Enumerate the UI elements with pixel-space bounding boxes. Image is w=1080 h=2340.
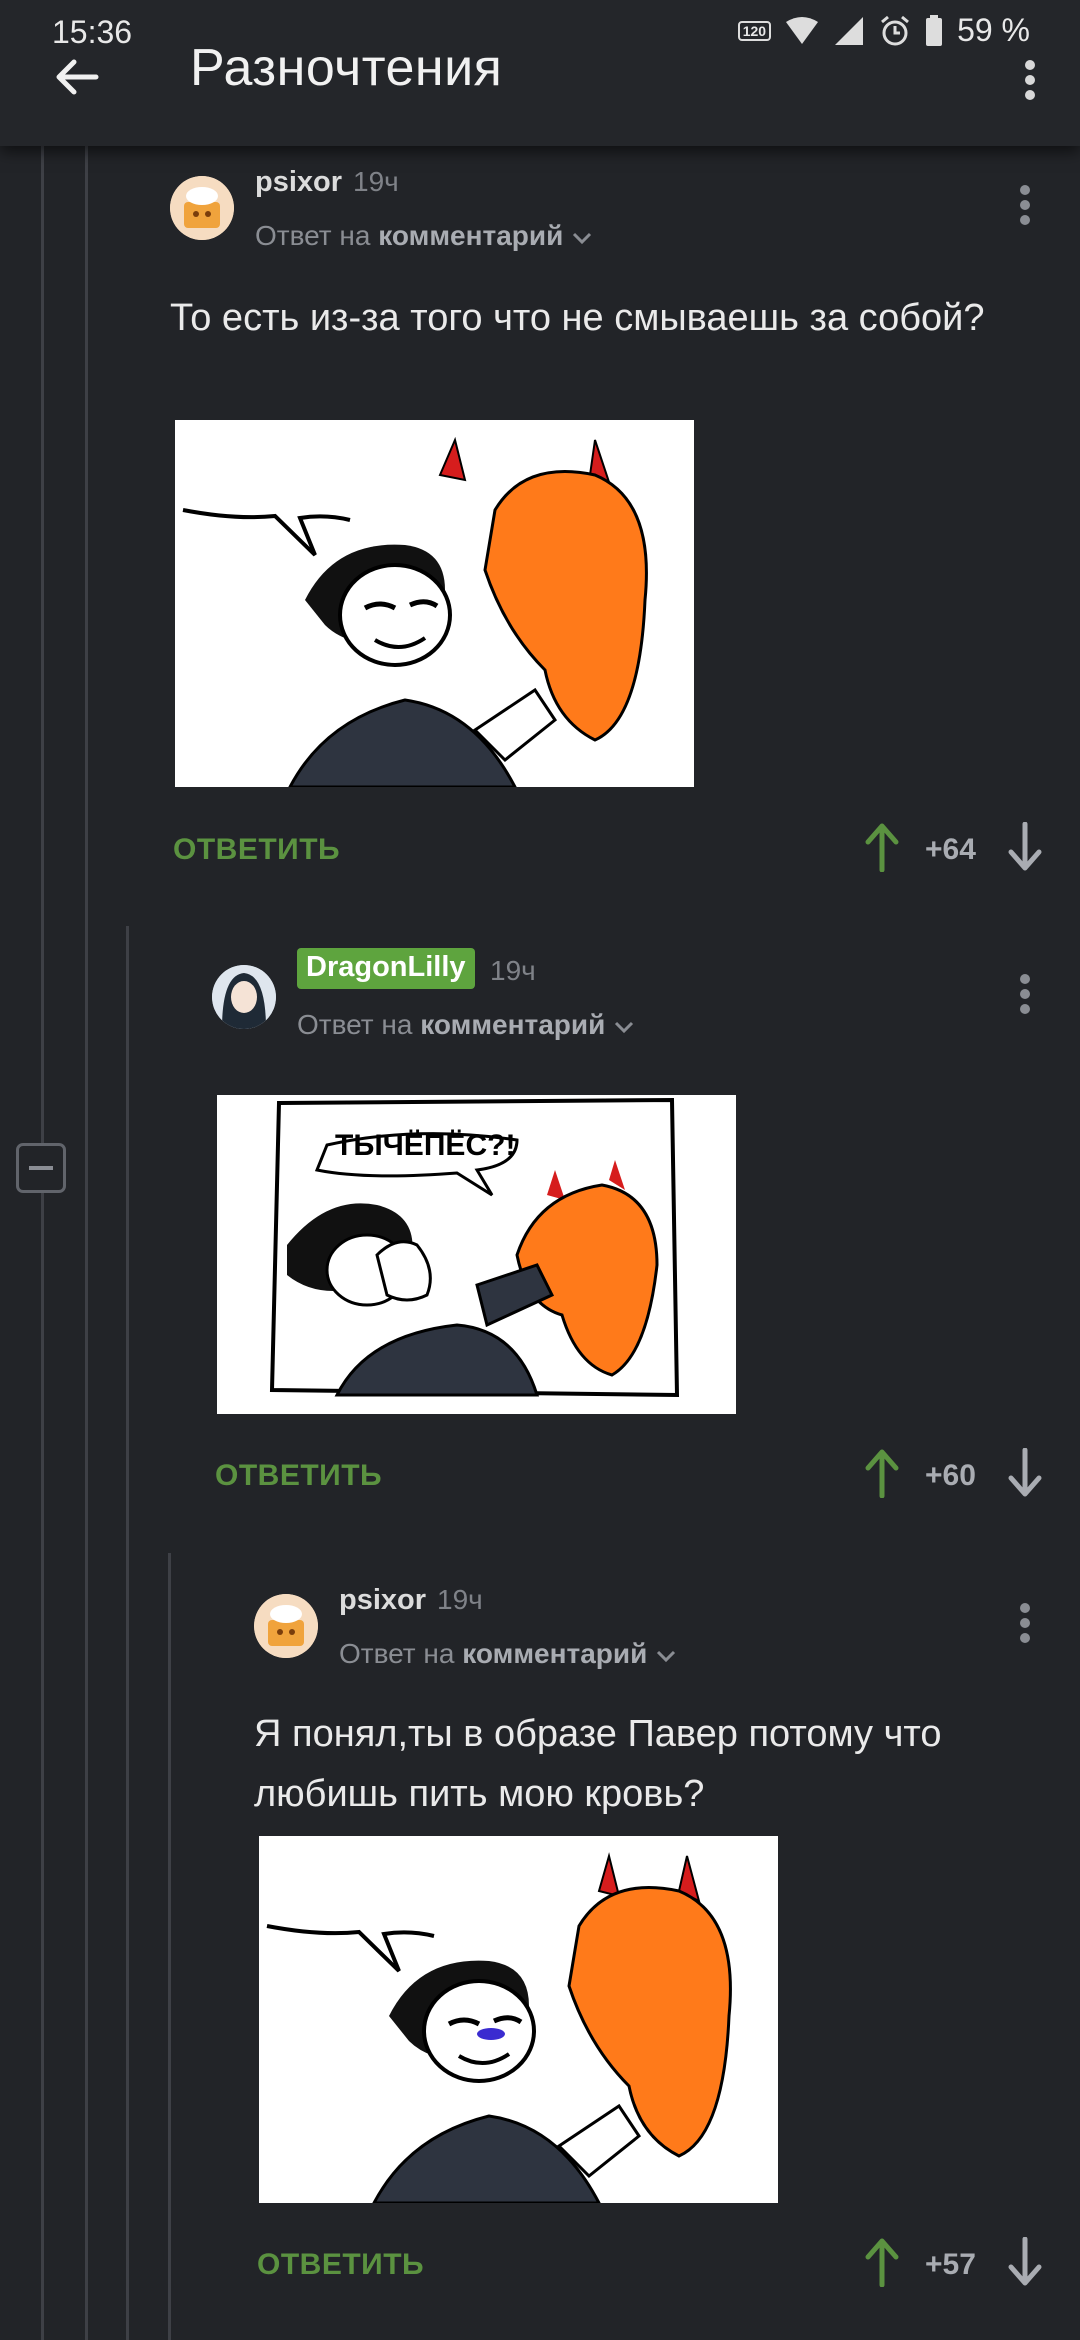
comment-time: 19ч (353, 166, 399, 197)
overflow-menu-icon[interactable] (1024, 60, 1036, 100)
thread-line-3 (126, 926, 129, 2340)
collapse-thread-button[interactable] (16, 1143, 66, 1193)
battery-icon (926, 14, 943, 46)
status-time: 15:36 (52, 14, 133, 50)
image-speech-text: ТЫЧЁПЁС?! (335, 1129, 515, 1162)
downvote-arrow-icon[interactable] (1005, 2237, 1045, 2287)
comment-more-icon[interactable] (1019, 1603, 1031, 1647)
comment-score: +64 (925, 833, 976, 866)
app-bar: Разночтения 15:36 120 59 % (0, 0, 1080, 146)
comment-score: +60 (925, 1459, 976, 1492)
upvote-arrow-icon[interactable] (862, 822, 902, 872)
reply-button[interactable]: ОТВЕТИТЬ (215, 1459, 382, 1493)
comment-image[interactable] (259, 1836, 778, 2203)
status-bar: 15:36 120 59 % (0, 0, 1080, 64)
comment-image[interactable]: ТЫЧЁПЁС?! (217, 1095, 736, 1414)
comment-author[interactable]: psixor (339, 1584, 426, 1617)
signal-icon (835, 16, 864, 45)
comment-more-icon[interactable] (1019, 974, 1031, 1018)
comment-author-badge[interactable]: DragonLilly (297, 948, 475, 989)
chevron-down-icon (573, 232, 592, 245)
avatar[interactable] (170, 176, 234, 240)
thread-line-2 (85, 146, 88, 2340)
reply-to-link[interactable]: Ответ на комментарий (297, 1009, 635, 1041)
avatar[interactable] (254, 1594, 318, 1658)
avatar[interactable] (212, 965, 276, 1029)
wifi-icon (786, 16, 819, 44)
reply-button[interactable]: ОТВЕТИТЬ (257, 2248, 424, 2282)
comment-image[interactable] (175, 420, 694, 787)
battery-percent: 59 % (957, 12, 1030, 48)
refresh-rate-icon: 120 (737, 20, 772, 41)
downvote-arrow-icon[interactable] (1005, 1448, 1045, 1498)
upvote-arrow-icon[interactable] (862, 1448, 902, 1498)
upvote-arrow-icon[interactable] (862, 2237, 902, 2287)
alarm-icon (881, 15, 910, 45)
comment-author[interactable]: psixor (255, 166, 342, 199)
thread-line-1 (41, 146, 44, 2340)
comment-time: 19ч (437, 1584, 483, 1615)
comment-score: +57 (925, 2248, 976, 2281)
downvote-arrow-icon[interactable] (1005, 822, 1045, 872)
chevron-down-icon (615, 1021, 634, 1034)
reply-button[interactable]: ОТВЕТИТЬ (173, 833, 340, 867)
comment-text: Я понял,ты в образе Павер потому что люб… (254, 1713, 942, 1815)
chevron-down-icon (657, 1650, 676, 1663)
reply-to-link[interactable]: Ответ на комментарий (339, 1638, 677, 1670)
comment-more-icon[interactable] (1019, 185, 1031, 229)
reply-to-link[interactable]: Ответ на комментарий (255, 220, 593, 252)
thread-line-4 (168, 1553, 171, 2340)
comment-text: То есть из-за того что не смываешь за со… (170, 297, 985, 339)
comment-time: 19ч (490, 955, 536, 986)
